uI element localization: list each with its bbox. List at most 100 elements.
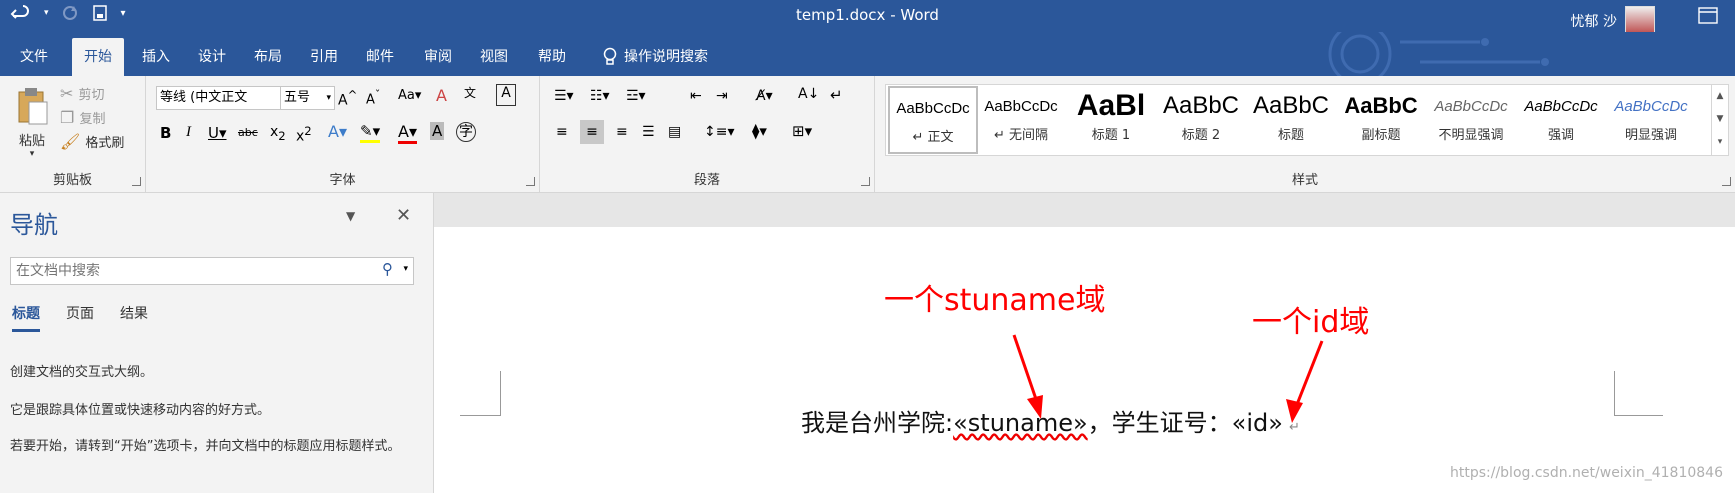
styles-launcher-icon[interactable] [1722, 177, 1731, 186]
tab-insert[interactable]: 插入 [130, 38, 182, 76]
shrink-font-icon[interactable]: Aˇ [366, 88, 380, 107]
nav-tab-results[interactable]: 结果 [120, 303, 148, 323]
italic-icon[interactable]: I [186, 124, 191, 141]
style-emphasis[interactable]: AaBbCcDc 强调 [1518, 86, 1604, 150]
strikethrough-icon[interactable]: abc [238, 126, 258, 139]
format-painter-label: 格式刷 [85, 136, 125, 151]
align-right-icon[interactable]: ≡ [616, 124, 628, 140]
close-icon[interactable]: ✕ [396, 205, 411, 226]
grow-font-icon[interactable]: A^ [338, 88, 357, 109]
font-launcher-icon[interactable] [526, 177, 535, 186]
document-paragraph[interactable]: 我是台州学院:«stuname»，学生证号：«id» ↵ [801, 403, 1300, 438]
search-icon[interactable]: ⚲ [382, 260, 393, 278]
font-color-icon[interactable]: A▾ [398, 122, 417, 144]
style-preview: AaBbC [1162, 92, 1240, 119]
character-border-icon[interactable]: A [496, 84, 516, 106]
distributed-icon[interactable]: ▤ [668, 124, 681, 140]
document-page[interactable]: 一个stuname域 一个id域 我是台州学院:«stuname»，学生证号：«… [434, 227, 1735, 493]
change-case-icon[interactable]: Aa▾ [398, 88, 421, 103]
font-size-select[interactable]: 五号 ▾ [280, 86, 335, 110]
style-title[interactable]: AaBbC 标题 [1248, 86, 1334, 150]
show-formatting-marks-icon[interactable]: ↵ [830, 86, 843, 104]
highlight-color-icon[interactable]: ✎▾ [360, 122, 381, 143]
copy-button[interactable]: ❐ 复制 [60, 108, 105, 127]
borders-icon[interactable]: ⊞▾ [792, 122, 812, 140]
align-center-icon[interactable]: ≡ [580, 120, 604, 144]
nav-options-icon[interactable]: ▼ [346, 209, 355, 223]
superscript-icon[interactable]: x2 [296, 124, 312, 145]
style-name: 标题 1 [1091, 128, 1131, 143]
underline-icon[interactable]: U▾ [208, 124, 227, 142]
tell-me-search[interactable]: 操作说明搜索 [590, 38, 720, 76]
line-spacing-icon[interactable]: ↕≡▾ [704, 124, 735, 140]
tab-view[interactable]: 视图 [468, 38, 520, 76]
scroll-up-icon[interactable]: ▲ [1712, 85, 1728, 108]
numbering-icon[interactable]: ☷▾ [590, 88, 610, 104]
clear-formatting-icon[interactable]: A [436, 86, 447, 105]
scroll-down-icon[interactable]: ▼ [1712, 108, 1728, 131]
style-subtle-emphasis[interactable]: AaBbCcDc 不明显强调 [1428, 86, 1514, 150]
font-name-select[interactable]: 等线 (中文正文 [156, 86, 281, 110]
style-normal[interactable]: AaBbCcDc ↵ 正文 [888, 86, 978, 154]
decrease-indent-icon[interactable]: ⇤ [690, 88, 702, 104]
nav-search-box[interactable]: ⚲ ▾ [10, 257, 414, 285]
increase-indent-icon[interactable]: ⇥ [716, 88, 728, 104]
document-title: temp1.docx - Word [796, 6, 939, 24]
enclose-characters-icon[interactable]: 字 [456, 122, 476, 142]
document-area: 一个stuname域 一个id域 我是台州学院:«stuname»，学生证号：«… [434, 193, 1735, 493]
shading-icon[interactable]: ⧫▾ [752, 122, 767, 140]
title-bar: ▾ ▾ temp1.docx - Word 忧郁 沙 [0, 0, 1735, 36]
style-name: ↵ 无间隔 [993, 128, 1049, 143]
bold-icon[interactable]: B [160, 124, 171, 142]
style-heading-1[interactable]: AaBl 标题 1 [1068, 86, 1154, 150]
tab-mailings[interactable]: 邮件 [354, 38, 406, 76]
cut-button[interactable]: ✂ 剪切 [60, 84, 105, 103]
paragraph-mark: ↵ [1288, 420, 1300, 435]
style-subtitle[interactable]: AaBbC 副标题 [1338, 86, 1424, 150]
tab-help[interactable]: 帮助 [526, 38, 578, 76]
nav-tab-headings[interactable]: 标题 [12, 303, 40, 332]
bullets-icon[interactable]: ☰▾ [554, 88, 574, 104]
align-left-icon[interactable]: ≡ [556, 124, 568, 140]
style-preview: AaBbCcDc [896, 100, 970, 117]
tab-home[interactable]: 开始 [72, 38, 124, 76]
text-effects-icon[interactable]: A▾ [328, 122, 347, 141]
style-name: ↵ 正文 [912, 130, 954, 145]
style-no-spacing[interactable]: AaBbCcDc ↵ 无间隔 [978, 86, 1064, 150]
tab-layout[interactable]: 布局 [242, 38, 294, 76]
paste-dropdown-icon[interactable]: ▾ [12, 149, 52, 159]
style-preview: AaBbCcDc [1434, 98, 1508, 115]
chinese-layout-icon[interactable]: A̸▾ [756, 88, 773, 104]
paragraph-launcher-icon[interactable] [861, 177, 870, 186]
sort-icon[interactable]: A↓ [798, 86, 819, 102]
ribbon-tabs: 文件 开始 插入 设计 布局 引用 邮件 审阅 视图 帮助 操作说明搜索 [0, 32, 1735, 76]
clipboard-launcher-icon[interactable] [132, 177, 141, 186]
search-dropdown-icon[interactable]: ▾ [403, 264, 408, 274]
tab-references[interactable]: 引用 [298, 38, 350, 76]
circuit-decoration [1328, 32, 1549, 76]
more-styles-icon[interactable]: ▾ [1712, 131, 1728, 154]
style-heading-2[interactable]: AaBbC 标题 2 [1158, 86, 1244, 150]
nav-search-input[interactable] [14, 259, 358, 283]
tab-review[interactable]: 审阅 [412, 38, 464, 76]
phonetic-guide-icon[interactable]: 文 [464, 84, 476, 101]
paste-button[interactable]: 粘贴 ▾ [12, 86, 52, 159]
subscript-icon[interactable]: x2 [270, 124, 286, 143]
style-intense-emphasis[interactable]: AaBbCcDc 明显强调 [1608, 86, 1694, 150]
format-painter-button[interactable]: 🖌 格式刷 [60, 132, 124, 151]
multilevel-list-icon[interactable]: ☲▾ [626, 88, 646, 104]
lightbulb-icon [603, 47, 617, 65]
copy-icon: ❐ [60, 108, 75, 127]
styles-scrollbar[interactable]: ▲ ▼ ▾ [1711, 84, 1729, 156]
ribbon-display-options-icon[interactable] [1697, 6, 1719, 30]
ribbon: 粘贴 ▾ ✂ 剪切 ❐ 复制 🖌 格式刷 剪贴板 等线 (中文正文 五号 ▾ A… [0, 76, 1735, 193]
merge-field-stuname[interactable]: «stuname» [953, 409, 1088, 437]
watermark: https://blog.csdn.net/weixin_41810846 [1449, 465, 1723, 481]
justify-icon[interactable]: ☰ [642, 124, 655, 140]
cut-label: 剪切 [78, 88, 105, 103]
nav-tab-pages[interactable]: 页面 [66, 303, 94, 323]
merge-field-id[interactable]: «id» [1232, 409, 1283, 437]
tab-file[interactable]: 文件 [8, 38, 60, 76]
tab-design[interactable]: 设计 [186, 38, 238, 76]
character-shading-icon[interactable]: A [430, 122, 445, 140]
